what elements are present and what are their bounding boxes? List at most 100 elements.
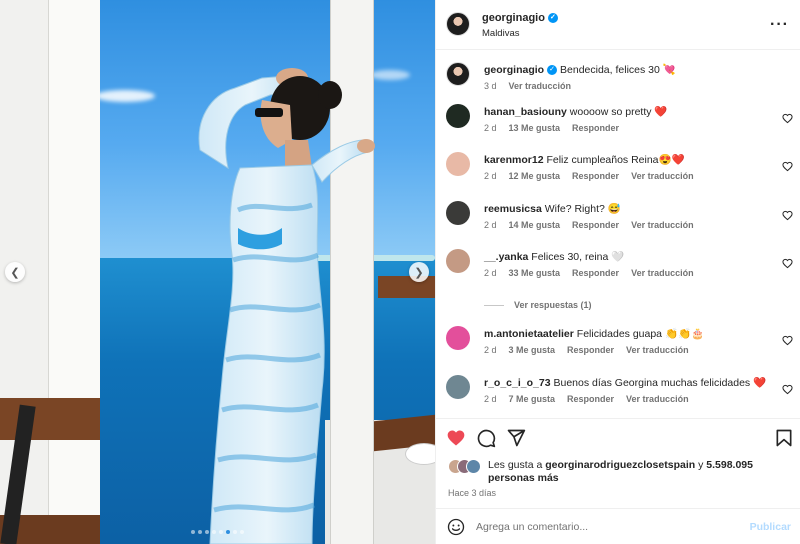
heart-icon[interactable] [782,113,793,124]
comment-likes[interactable]: 3 Me gusta [509,345,556,355]
comment-reply-link[interactable]: Responder [572,171,619,181]
carousel-dot [205,530,209,534]
comment-translate-link[interactable]: Ver traducción [631,268,694,278]
caption-translate-link[interactable]: Ver traducción [509,81,572,91]
carousel-next-button[interactable]: ❯ [409,262,429,282]
comments-list[interactable]: georginagio ✓ Bendecida, felices 30 💘 3 d… [436,50,800,418]
avatar[interactable] [446,249,470,273]
comment-row: hanan_basiouny woooow so pretty ❤️ 2 d 13 … [436,104,800,144]
comment-text: m.antonietaatelier Felicidades guapa 👏👏🎂 [484,328,774,341]
comment-reply-link[interactable]: Responder [572,123,619,133]
post-location[interactable]: Maldivas [482,28,520,39]
comment-icon[interactable] [476,428,496,448]
replies-divider [484,304,504,306]
comment-username[interactable]: reemusicsa [484,203,542,215]
comment-likes[interactable]: 13 Me gusta [509,123,561,133]
post-username-text[interactable]: georginagio [482,12,545,24]
avatar[interactable] [446,12,470,36]
heart-icon[interactable] [782,384,793,395]
chevron-right-icon: ❯ [414,266,424,279]
emoji-icon[interactable] [447,518,465,536]
comment-likes[interactable]: 12 Me gusta [509,171,561,181]
likes-suffix[interactable]: personas más [488,472,559,484]
comment-translate-link[interactable]: Ver traducción [631,171,694,181]
comment-username[interactable]: __.yanka [484,251,528,263]
caption-body: Bendecida, felices 30 💘 [560,64,676,76]
comment-body: Felicidades guapa 👏👏🎂 [576,328,705,340]
carousel-dot [191,530,195,534]
comment-reply-link[interactable]: Responder [572,268,619,278]
carousel-dot [198,530,202,534]
avatar[interactable] [446,326,470,350]
carousel-dot [212,530,216,534]
carousel-dots [0,530,435,534]
comment-meta: 2 d 14 Me gusta Responder Ver traducción [484,220,694,230]
comment-username[interactable]: hanan_basiouny [484,106,567,118]
comment-username[interactable]: karenmor12 [484,154,544,166]
bookmark-icon[interactable] [774,428,794,448]
comment-reply-link[interactable]: Responder [567,345,614,355]
comment-body: woooow so pretty ❤️ [569,106,668,118]
comment-text: r_o_c_i_o_73 Buenos días Georgina muchas… [484,377,774,390]
avatar[interactable] [446,62,470,86]
carousel-dot [240,530,244,534]
comment-likes[interactable]: 7 Me gusta [509,394,556,404]
more-icon[interactable]: ··· [770,16,789,34]
post-timestamp[interactable]: Hace 3 días [448,488,496,498]
comment-body: Felices 30, reina 🤍 [531,251,625,263]
view-replies-link[interactable]: Ver respuestas (1) [484,300,592,310]
heart-icon[interactable] [782,258,793,269]
comment-body: Feliz cumpleaños Reina😍❤️ [546,154,685,166]
avatar[interactable] [446,104,470,128]
verified-icon: ✓ [547,13,558,24]
publish-button[interactable]: Publicar [750,521,791,533]
post-header: georginagio ✓ Maldivas ··· [436,0,800,50]
view-replies-label[interactable]: Ver respuestas (1) [514,300,592,310]
comment-input[interactable] [476,517,736,537]
comment-meta: 2 d 13 Me gusta Responder [484,123,619,133]
post-username[interactable]: georginagio ✓ [482,12,558,24]
comment-time[interactable]: 2 d [484,268,497,278]
carousel-prev-button[interactable]: ❮ [5,262,25,282]
comment-time[interactable]: 2 d [484,171,497,181]
comment-username[interactable]: r_o_c_i_o_73 [484,377,551,389]
comment-translate-link[interactable]: Ver traducción [626,345,689,355]
share-icon[interactable] [506,428,526,448]
caption-text: georginagio ✓ Bendecida, felices 30 💘 [484,64,774,77]
likes-connector: y [698,459,704,471]
avatar[interactable] [446,375,470,399]
chevron-left-icon: ❮ [10,266,20,279]
comment-time[interactable]: 2 d [484,220,497,230]
comment-body: Wife? Right? 😅 [544,203,621,215]
comment-time[interactable]: 2 d [484,394,497,404]
comment-likes[interactable]: 14 Me gusta [509,220,561,230]
likes-text: Les gusta a georginarodriguezclosetspain… [488,459,788,485]
comment-text: __.yanka Felices 30, reina 🤍 [484,251,774,264]
post-photo[interactable]: ❮ ❯ [0,0,435,544]
comment-reply-link[interactable]: Responder [567,394,614,404]
comment-translate-link[interactable]: Ver traducción [631,220,694,230]
comment-row: karenmor12 Feliz cumpleaños Reina😍❤️ 2 d 1… [436,152,800,192]
heart-icon[interactable] [782,161,793,172]
avatar[interactable] [446,152,470,176]
comment-row: m.antonietaatelier Felicidades guapa 👏👏🎂… [436,326,800,366]
comment-text: karenmor12 Feliz cumpleaños Reina😍❤️ [484,154,774,167]
caption-username[interactable]: georginagio [484,64,544,76]
caption-time[interactable]: 3 d [484,81,497,91]
comment-body: Buenos días Georgina muchas felicidades … [553,377,767,389]
comment-time[interactable]: 2 d [484,345,497,355]
post-actions: Les gusta a georginarodriguezclosetspain… [436,418,800,508]
heart-icon[interactable] [782,210,793,221]
carousel-dot [233,530,237,534]
heart-icon[interactable] [446,428,466,448]
heart-icon[interactable] [782,335,793,346]
likes-user-link[interactable]: georginarodriguezclosetspain [545,459,695,471]
likes-prefix: Les gusta a [488,459,543,471]
comment-translate-link[interactable]: Ver traducción [626,394,689,404]
comment-likes[interactable]: 33 Me gusta [509,268,561,278]
comment-reply-link[interactable]: Responder [572,220,619,230]
likes-count[interactable]: 5.598.095 [706,459,753,471]
comment-username[interactable]: m.antonietaatelier [484,328,574,340]
comment-time[interactable]: 2 d [484,123,497,133]
avatar[interactable] [446,201,470,225]
